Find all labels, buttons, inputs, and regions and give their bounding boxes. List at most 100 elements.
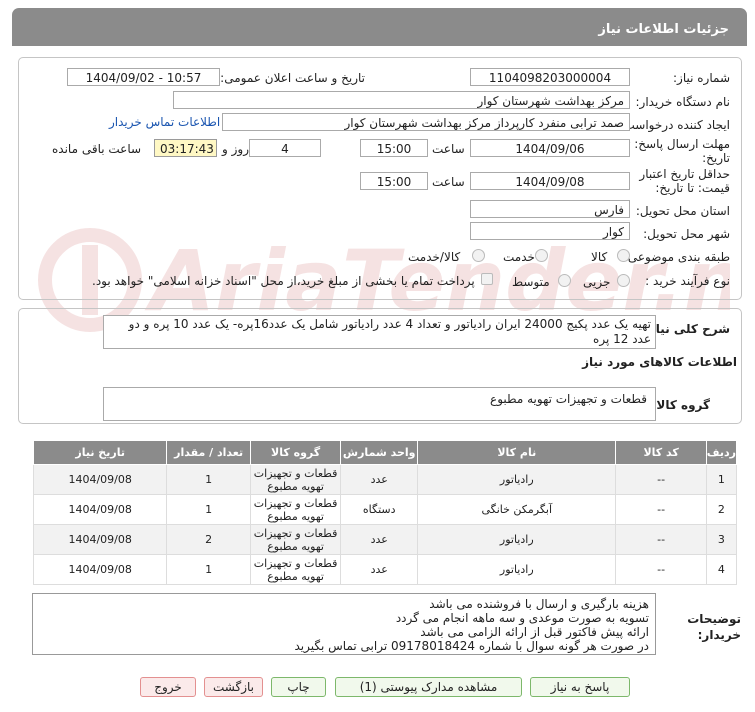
announce-label: تاریخ و ساعت اعلان عمومی: <box>220 71 365 85</box>
province-field: فارس <box>470 200 630 218</box>
cell-group-line-1: قطعات و تجهیزات <box>253 496 338 510</box>
province-label: استان محل تحویل: <box>635 204 730 218</box>
days-label: روز و <box>222 142 249 156</box>
radio-medium[interactable] <box>558 274 571 287</box>
radio-service[interactable] <box>535 249 548 262</box>
cell-group: قطعات و تجهیزات تهویه مطبوع <box>249 464 342 495</box>
cell-code: -- <box>615 524 707 555</box>
need-number-label: شماره نیاز: <box>673 71 730 85</box>
remaining-label: ساعت باقی مانده <box>52 142 142 156</box>
cell-index: 4 <box>705 554 738 585</box>
cell-code: -- <box>615 494 707 525</box>
deadline-label-2: تاریخ: <box>702 151 730 165</box>
cell-date: 1404/09/08 <box>32 494 168 525</box>
cell-index: 2 <box>705 494 738 525</box>
creator-label: ایجاد کننده درخواست: <box>619 118 730 132</box>
cell-index: 3 <box>705 524 738 555</box>
note-line: ارائه پیش فاکتور قبل از ارائه الزامی می … <box>420 625 649 639</box>
cell-group-line-2: تهویه مطبوع <box>267 539 324 553</box>
goods-group-field: قطعات و تجهیزات تهویه مطبوع <box>103 387 656 421</box>
back-button[interactable]: بازگشت <box>204 677 263 697</box>
cell-qty: 1 <box>166 494 251 525</box>
days-field: 4 <box>249 139 321 157</box>
notes-label-2: خریدار: <box>697 628 741 642</box>
cell-group-line-1: قطعات و تجهیزات <box>253 526 338 540</box>
description-field: تهیه یک عدد پکیج 24000 ایران رادیاتور و … <box>103 315 656 349</box>
cell-date: 1404/09/08 <box>32 524 168 555</box>
creator-field: صمد ترابی منفرد کارپرداز مرکز بهداشت شهر… <box>222 113 630 131</box>
cell-date: 1404/09/08 <box>32 464 168 495</box>
cell-name: رادیاتور <box>417 524 617 555</box>
panel-title: جزئیات اطلاعات نیاز <box>12 8 747 46</box>
cell-group-line-1: قطعات و تجهیزات <box>253 466 338 480</box>
radio-goods[interactable] <box>617 249 630 262</box>
table-row: 4 -- رادیاتور عدد قطعات و تجهیزات تهویه م… <box>32 554 738 585</box>
reply-button[interactable]: پاسخ به نیاز <box>530 677 630 697</box>
buyer-field: مرکز بهداشت شهرستان کوار <box>173 91 630 109</box>
cell-code: -- <box>615 554 707 585</box>
cell-code: -- <box>615 464 707 495</box>
header-qty: تعداد / مقدار <box>166 440 251 465</box>
validity-time-field: 15:00 <box>360 172 428 190</box>
cell-index: 1 <box>705 464 738 495</box>
cell-unit: عدد <box>340 554 419 585</box>
cell-group-line-2: تهویه مطبوع <box>267 509 324 523</box>
cell-name: رادیاتور <box>417 464 617 495</box>
radio-service-label: خدمت <box>503 250 535 264</box>
category-label: طبقه بندی موضوعی: <box>623 250 730 264</box>
process-label: نوع فرآیند خرید : <box>645 274 730 288</box>
validity-date-field: 1404/09/08 <box>470 172 630 190</box>
header-unit: واحد شمارش <box>340 440 419 465</box>
cell-qty: 1 <box>166 554 251 585</box>
table-row: 2 -- آبگرمکن خانگی دستگاه قطعات و تجهیزا… <box>32 494 738 525</box>
note-line: تسویه به صورت موعدی و سه ماهه انجام می گ… <box>395 611 649 625</box>
table-row: 3 -- رادیاتور عدد قطعات و تجهیزات تهویه م… <box>32 524 738 555</box>
remaining-time-field: 03:17:43 <box>154 139 217 157</box>
cell-date: 1404/09/08 <box>32 554 168 585</box>
radio-goods-service-label: کالا/خدمت <box>408 250 461 264</box>
deadline-time-label: ساعت <box>432 142 465 156</box>
print-button[interactable]: چاپ <box>271 677 326 697</box>
buyer-notes-field: هزینه بارگیری و ارسال با فروشنده می باشد… <box>32 593 656 655</box>
treasury-payment-checkbox[interactable] <box>481 273 493 285</box>
cell-group-line-1: قطعات و تجهیزات <box>253 556 338 570</box>
validity-label-2: قیمت: تا تاریخ: <box>655 181 730 195</box>
validity-time-label: ساعت <box>432 175 465 189</box>
notes-label-1: توضیحات <box>687 612 741 626</box>
description-label: شرح کلی نیاز: <box>644 322 730 336</box>
cell-name: رادیاتور <box>417 554 617 585</box>
header-date: تاریخ نیاز <box>32 440 168 465</box>
note-line: هزینه بارگیری و ارسال با فروشنده می باشد <box>429 597 649 611</box>
header-group: گروه کالا <box>249 440 342 465</box>
note-line: در صورت هر گونه سوال با شماره 0917801842… <box>294 639 650 653</box>
buyer-label: نام دستگاه خریدار: <box>635 95 731 109</box>
cell-group-line-2: تهویه مطبوع <box>267 569 324 583</box>
table-row: 1 -- رادیاتور عدد قطعات و تجهیزات تهویه م… <box>32 464 738 495</box>
cell-unit: دستگاه <box>340 494 419 525</box>
header-name: نام کالا <box>417 440 617 465</box>
cell-unit: عدد <box>340 524 419 555</box>
deadline-date-field: 1404/09/06 <box>470 139 630 157</box>
header-index: ردیف <box>705 440 738 465</box>
cell-group: قطعات و تجهیزات تهویه مطبوع <box>249 494 342 525</box>
goods-group-label: گروه کالا: <box>651 398 710 412</box>
cell-group: قطعات و تجهیزات تهویه مطبوع <box>249 524 342 555</box>
radio-partial[interactable] <box>617 274 630 287</box>
items-table: ردیف کد کالا نام کالا واحد شمارش گروه کا… <box>32 440 738 585</box>
view-attachments-button[interactable]: مشاهده مدارک پیوستی (1) <box>335 677 522 697</box>
cell-group-line-2: تهویه مطبوع <box>267 479 324 493</box>
cell-name: آبگرمکن خانگی <box>417 494 617 525</box>
deadline-label-1: مهلت ارسال پاسخ: تا <box>623 137 730 151</box>
cell-qty: 2 <box>166 524 251 555</box>
cell-group: قطعات و تجهیزات تهویه مطبوع <box>249 554 342 585</box>
cell-qty: 1 <box>166 464 251 495</box>
radio-partial-label: جزیی <box>583 275 611 289</box>
contact-buyer-link[interactable]: اطلاعات تماس خریدار <box>109 115 220 129</box>
radio-goods-label: کالا <box>591 250 608 264</box>
radio-medium-label: متوسط <box>512 275 550 289</box>
deadline-time-field: 15:00 <box>360 139 428 157</box>
radio-goods-service[interactable] <box>472 249 485 262</box>
exit-button[interactable]: خروج <box>140 677 196 697</box>
announce-field: 1404/09/02 - 10:57 <box>67 68 220 86</box>
treasury-payment-note: پرداخت تمام یا بخشی از مبلغ خرید،از محل … <box>92 274 475 288</box>
